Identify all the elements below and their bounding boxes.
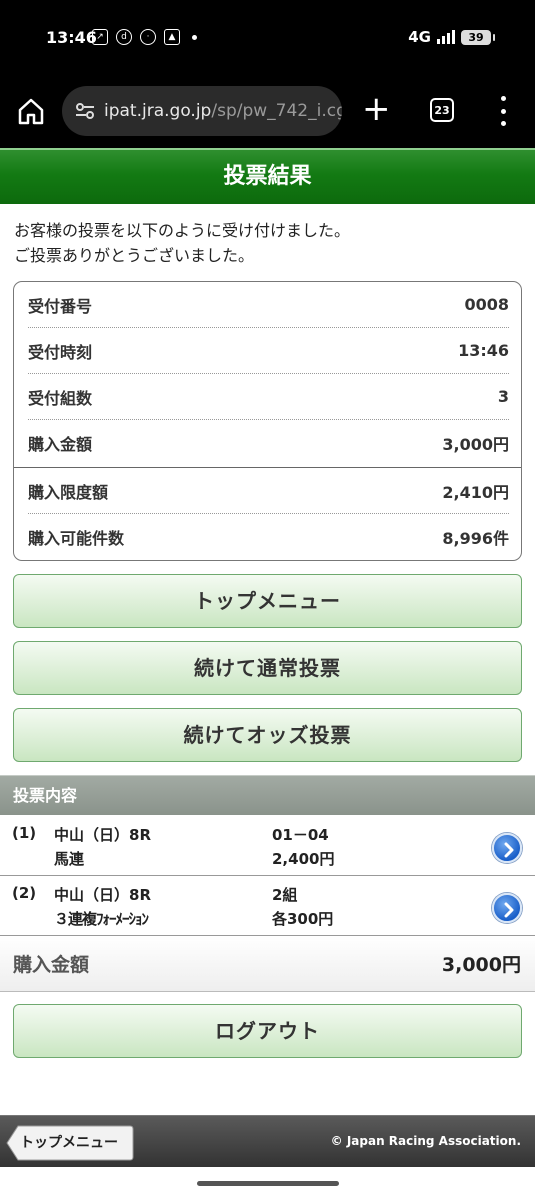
home-icon	[18, 98, 44, 125]
continue-odds-vote-button[interactable]: 続けてオッズ投票	[13, 708, 522, 762]
network-type: 4G	[408, 28, 431, 46]
row-value: 13:46	[458, 341, 509, 360]
status-time: 13:46	[46, 28, 97, 47]
purchase-total-row: 購入金額 3,000円	[0, 936, 535, 992]
tab-count: 23	[434, 103, 450, 117]
row-label: 受付組数	[28, 388, 93, 408]
url-bar[interactable]: ipat.jra.go.jp/sp/pw_742_i.cg	[62, 86, 342, 136]
vote-race: 中山（日）8R	[54, 886, 151, 904]
intro-line: ご投票ありがとうございました。	[14, 246, 255, 265]
kebab-dot-icon	[500, 96, 506, 101]
continue-normal-vote-button[interactable]: 続けて通常投票	[13, 641, 522, 695]
vote-amount: 各300円	[272, 910, 334, 928]
app-notification-icon: ▲	[164, 29, 180, 45]
vote-number: (2)	[12, 884, 37, 902]
vote-bet-type: 馬連	[54, 850, 85, 868]
app-notification-icon: ↗	[92, 29, 108, 45]
url-host: ipat.jra.go.jp	[104, 101, 212, 121]
row-value: 8,996件	[442, 529, 509, 548]
row-label: 購入金額	[28, 435, 93, 454]
app-badge-icon: ·	[140, 29, 156, 45]
total-value: 3,000円	[441, 954, 521, 976]
row-label: 購入可能件数	[28, 529, 125, 548]
notification-icons: ↗ d · ▲	[92, 29, 197, 45]
intro-message: お客様の投票を以下のように受け付けました。 ご投票ありがとうございました。	[14, 218, 524, 268]
receipt-summary-box: 受付番号 0008 受付時刻 13:46 受付組数 3 購入金額 3,000円 …	[13, 281, 522, 561]
receipt-row-count: 受付組数 3	[28, 374, 509, 420]
battery-icon: 39	[461, 29, 495, 45]
receipt-row-time: 受付時刻 13:46	[28, 328, 509, 374]
battery-level: 39	[468, 30, 484, 44]
copyright: © Japan Racing Association.	[330, 1134, 521, 1148]
home-button[interactable]	[16, 96, 46, 126]
more-notifications-icon	[192, 34, 197, 40]
kebab-dot-icon	[500, 108, 506, 114]
vote-combination: 2組	[272, 886, 298, 904]
vote-details-heading: 投票内容	[0, 775, 535, 815]
logout-button[interactable]: ログアウト	[13, 1004, 522, 1058]
footer-top-menu-button[interactable]: トップメニュー	[6, 1125, 134, 1161]
url-path: /sp/pw_742_i.cg	[211, 101, 342, 121]
vote-combination: 01－04	[272, 826, 329, 844]
page-title: 投票結果	[0, 148, 535, 204]
receipt-row-limit: 購入限度額 2,410円	[28, 468, 509, 514]
row-value: 0008	[464, 295, 509, 314]
receipt-row-available: 購入可能件数 8,996件	[28, 514, 509, 560]
total-label: 購入金額	[13, 954, 90, 976]
kebab-dot-icon	[500, 121, 506, 126]
site-settings-icon[interactable]	[74, 100, 96, 122]
new-tab-button[interactable]: +	[362, 92, 391, 128]
row-label: 受付時刻	[28, 342, 93, 362]
browser-menu-button[interactable]	[498, 96, 508, 126]
top-menu-button[interactable]: トップメニュー	[13, 574, 522, 628]
gesture-handle[interactable]	[197, 1181, 339, 1186]
vote-bet-type: ３連複ﾌｫｰﾒｰｼｮﾝ	[54, 910, 149, 928]
tab-switcher-button[interactable]: 23	[430, 98, 454, 122]
intro-line: お客様の投票を以下のように受け付けました。	[14, 221, 351, 240]
signal-icon	[437, 30, 455, 44]
plus-icon: +	[362, 89, 391, 129]
footer: トップメニュー © Japan Racing Association.	[0, 1115, 535, 1167]
row-value: 3,000円	[442, 435, 509, 454]
browser-toolbar: ipat.jra.go.jp/sp/pw_742_i.cg + 23	[0, 76, 535, 148]
system-navigation-bar	[0, 1167, 535, 1200]
vote-item[interactable]: (2) 中山（日）8R ３連複ﾌｫｰﾒｰｼｮﾝ 2組 各300円	[0, 876, 535, 936]
d-app-icon: d	[116, 29, 132, 45]
row-label: 購入限度額	[28, 482, 109, 502]
status-bar: 13:46 ↗ d · ▲ 4G 39	[0, 0, 535, 76]
row-value: 2,410円	[442, 482, 509, 502]
receipt-row-amount: 購入金額 3,000円	[28, 420, 509, 466]
vote-number: (1)	[12, 824, 37, 842]
receipt-row-number: 受付番号 0008	[28, 282, 509, 328]
row-label: 受付番号	[28, 296, 93, 316]
status-right: 4G 39	[408, 28, 495, 46]
chevron-right-icon[interactable]	[492, 893, 522, 923]
chevron-right-icon[interactable]	[492, 833, 522, 863]
footer-back-label: トップメニュー	[20, 1135, 118, 1151]
row-value: 3	[497, 387, 509, 406]
vote-amount: 2,400円	[272, 850, 335, 868]
vote-race: 中山（日）8R	[54, 826, 151, 844]
vote-item[interactable]: (1) 中山（日）8R 馬連 01－04 2,400円	[0, 816, 535, 876]
